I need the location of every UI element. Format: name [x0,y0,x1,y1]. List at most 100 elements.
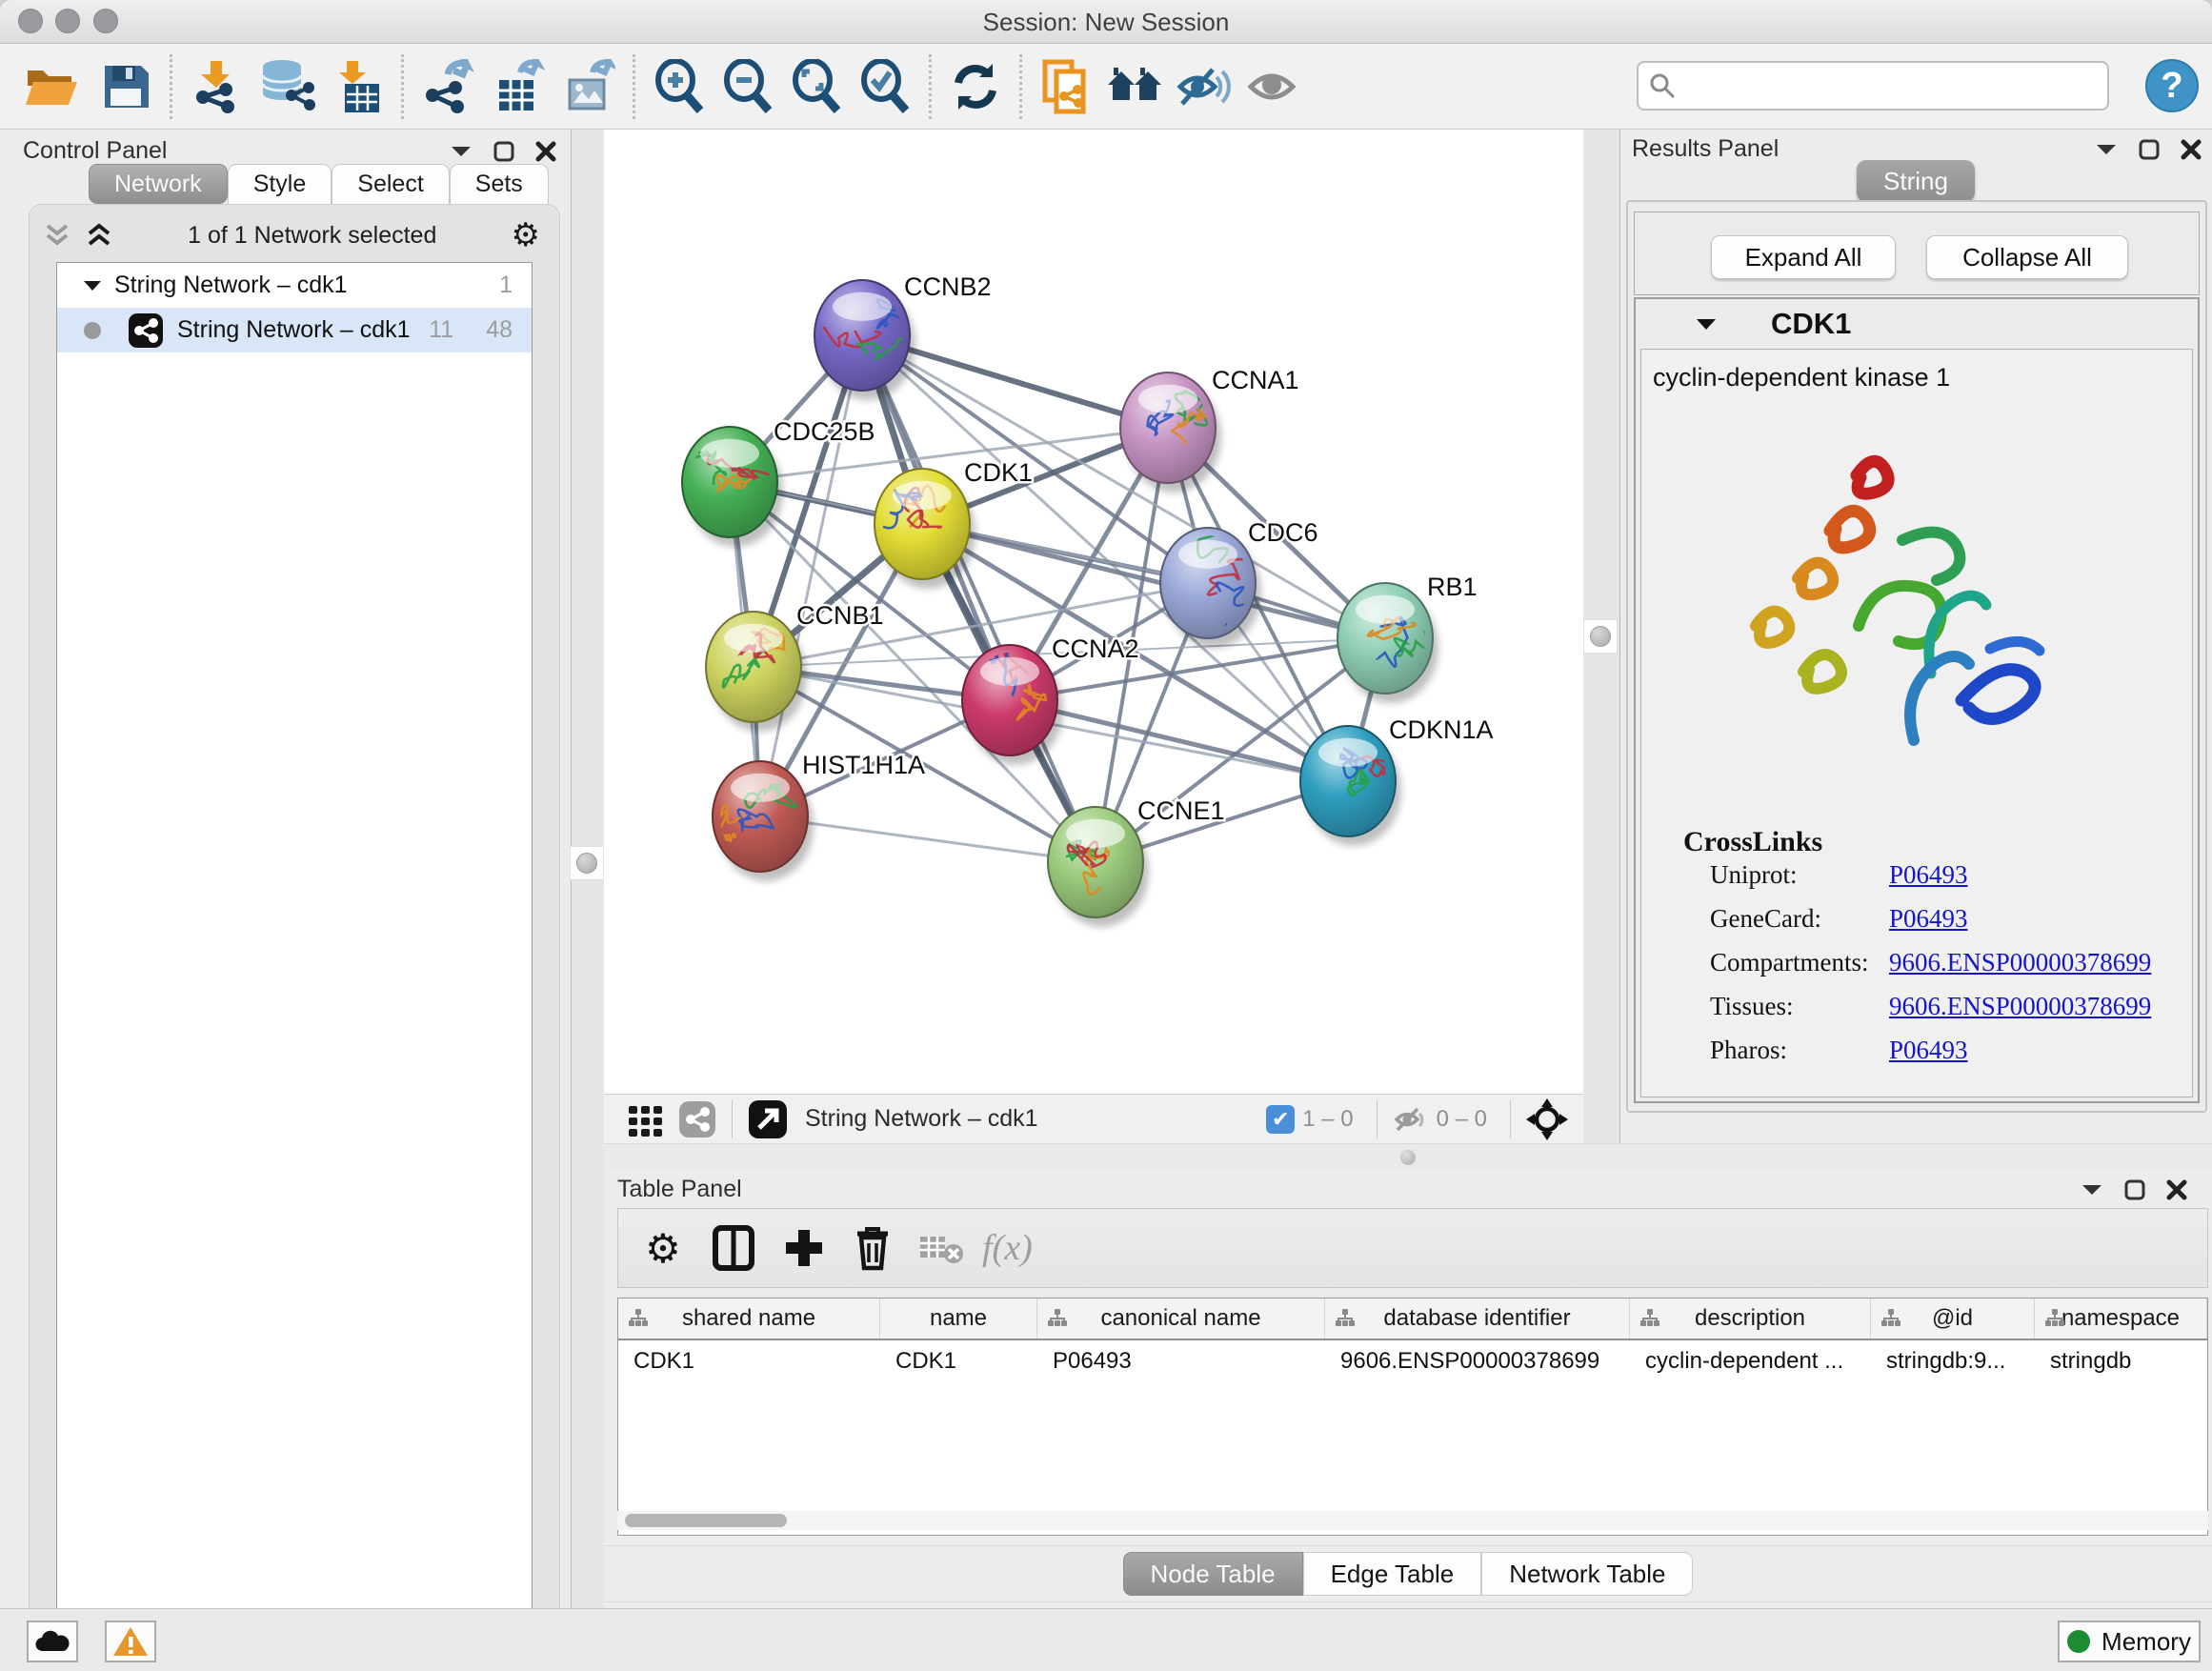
show-eye-button[interactable] [1241,56,1302,117]
column-header-database-identifier[interactable]: database identifier [1325,1299,1630,1339]
right-splitter[interactable] [1583,130,1619,1143]
column-header-name[interactable]: name [880,1299,1037,1339]
column-header-shared-name[interactable]: shared name [618,1299,880,1339]
function-builder-button[interactable]: f(x) [982,1220,1033,1276]
search-input[interactable] [1677,72,2086,99]
table-row[interactable]: CDK1CDK1P064939606.ENSP00000378699cyclin… [618,1340,2207,1382]
show-columns-icon[interactable] [706,1220,761,1276]
tab-network[interactable]: Network [89,164,228,204]
home-string-button[interactable] [1104,56,1165,117]
network-row[interactable]: String Network – cdk1 11 48 [57,308,532,352]
tree-expanded-icon[interactable] [82,277,103,294]
network-canvas[interactable]: CCNB2 CCNA1 CDC25B CDK1 CDC6 [604,130,1583,1094]
save-session-button[interactable] [95,56,156,117]
grid-view-icon[interactable] [627,1102,665,1137]
network-edge[interactable] [760,335,862,816]
left-splitter-handle[interactable] [570,846,604,880]
cloud-status-button[interactable] [27,1621,78,1662]
create-column-plus-icon[interactable] [776,1220,832,1276]
network-edge[interactable] [862,335,1096,862]
collapse-all-icon[interactable] [43,222,71,249]
network-collection-row[interactable]: String Network – cdk1 1 [57,263,532,308]
export-image-button[interactable] [558,56,619,117]
table-cell[interactable]: CDK1 [618,1340,880,1382]
string-view-icon[interactable] [678,1100,716,1138]
table-cell[interactable]: stringdb:9... [1871,1340,2035,1382]
network-node-CDC25B[interactable]: CDC25B [682,417,875,547]
horizontal-splitter-handle[interactable] [1400,1150,1416,1165]
gene-entry-header[interactable]: CDK1 [1636,299,2198,349]
column-header-description[interactable]: description [1630,1299,1871,1339]
help-button[interactable]: ? [2145,59,2199,112]
horizontal-splitter[interactable] [604,1143,2212,1170]
table-cell[interactable]: P06493 [1037,1340,1325,1382]
panel-close-icon[interactable] [2166,1179,2187,1200]
open-session-button[interactable] [21,56,82,117]
zoom-in-button[interactable] [649,56,710,117]
warning-status-button[interactable] [105,1621,156,1662]
delete-table-icon[interactable] [914,1220,969,1276]
column-header-canonical-name[interactable]: canonical name [1037,1299,1325,1339]
tab-edge-table[interactable]: Edge Table [1303,1552,1482,1596]
export-table-button[interactable] [488,56,549,117]
right-splitter-handle[interactable] [1583,619,1618,654]
table-horizontal-scrollbar[interactable] [617,1511,2208,1530]
tab-select[interactable]: Select [332,164,449,204]
import-table-button[interactable] [327,56,388,117]
panel-maximize-icon[interactable] [2124,1179,2145,1200]
network-node-CDKN1A[interactable]: CDKN1A [1300,715,1494,846]
column-header-namespace[interactable]: namespace [2035,1299,2207,1339]
network-node-CCNB1[interactable]: CCNB1 [706,601,884,732]
collapse-all-button[interactable]: Collapse All [1926,235,2128,279]
import-network-database-button[interactable] [256,56,317,117]
entry-expanded-icon[interactable] [1695,315,1718,332]
panel-float-icon[interactable] [2095,142,2118,157]
hide-glass-eye-button[interactable] [1173,56,1234,117]
apply-layout-refresh-button[interactable] [945,56,1006,117]
crosslink-link[interactable]: 9606.ENSP00000378699 [1889,948,2151,977]
network-node-HIST1H1A[interactable]: HIST1H1A [713,751,925,881]
scrollbar-thumb[interactable] [625,1514,787,1527]
network-node-CCNA1[interactable]: CCNA1 [1120,366,1299,493]
memory-button[interactable]: Memory [2058,1621,2201,1662]
table-settings-gear-icon[interactable]: ⚙ [635,1220,691,1276]
panel-float-icon[interactable] [450,144,473,159]
tab-string[interactable]: String [1857,160,1975,202]
tab-network-table[interactable]: Network Table [1481,1552,1693,1596]
crosslink-link[interactable]: P06493 [1889,1036,1968,1065]
expand-all-icon[interactable] [85,222,113,249]
table-cell[interactable]: stringdb [2035,1340,2207,1382]
table-cell[interactable]: cyclin-dependent ... [1630,1340,1871,1382]
tab-sets[interactable]: Sets [450,164,549,204]
column-header-@id[interactable]: @id [1871,1299,2035,1339]
delete-column-trash-icon[interactable] [845,1220,900,1276]
zoom-selected-button[interactable] [855,56,915,117]
zoom-out-button[interactable] [717,56,778,117]
panel-close-icon[interactable] [2181,139,2202,160]
table-cell[interactable]: 9606.ENSP00000378699 [1325,1340,1630,1382]
birds-eye-view-icon[interactable] [1526,1098,1568,1140]
left-splitter[interactable] [572,130,604,1608]
open-in-window-icon[interactable] [748,1099,788,1139]
network-node-CDC6[interactable]: CDC6 [1160,508,1318,648]
table-cell[interactable]: CDK1 [880,1340,1037,1382]
panel-float-icon[interactable] [2081,1182,2103,1198]
crosslink-link[interactable]: 9606.ENSP00000378699 [1889,992,2151,1021]
export-network-button[interactable] [417,56,478,117]
crosslink-link[interactable]: P06493 [1889,860,1968,890]
tab-node-table[interactable]: Node Table [1123,1552,1303,1596]
tab-style[interactable]: Style [228,164,332,204]
zoom-fit-button[interactable] [786,56,847,117]
panel-maximize-icon[interactable] [493,141,514,162]
crosslink-link[interactable]: P06493 [1889,904,1968,934]
panel-maximize-icon[interactable] [2139,139,2160,160]
import-network-file-button[interactable] [186,56,247,117]
network-node-RB1[interactable]: RB1 [1337,573,1478,703]
network-options-gear-icon[interactable]: ⚙ [512,216,540,254]
network-node-CCNB2[interactable]: CCNB2 [807,272,991,400]
network-node-CDK1[interactable]: CDK1 [875,458,1033,589]
network-node-CCNE1[interactable]: CCNE1 [1048,796,1225,927]
clone-network-button[interactable] [1036,56,1096,117]
selected-checkbox-icon[interactable]: ✔ [1266,1105,1295,1134]
expand-all-button[interactable]: Expand All [1711,235,1896,279]
